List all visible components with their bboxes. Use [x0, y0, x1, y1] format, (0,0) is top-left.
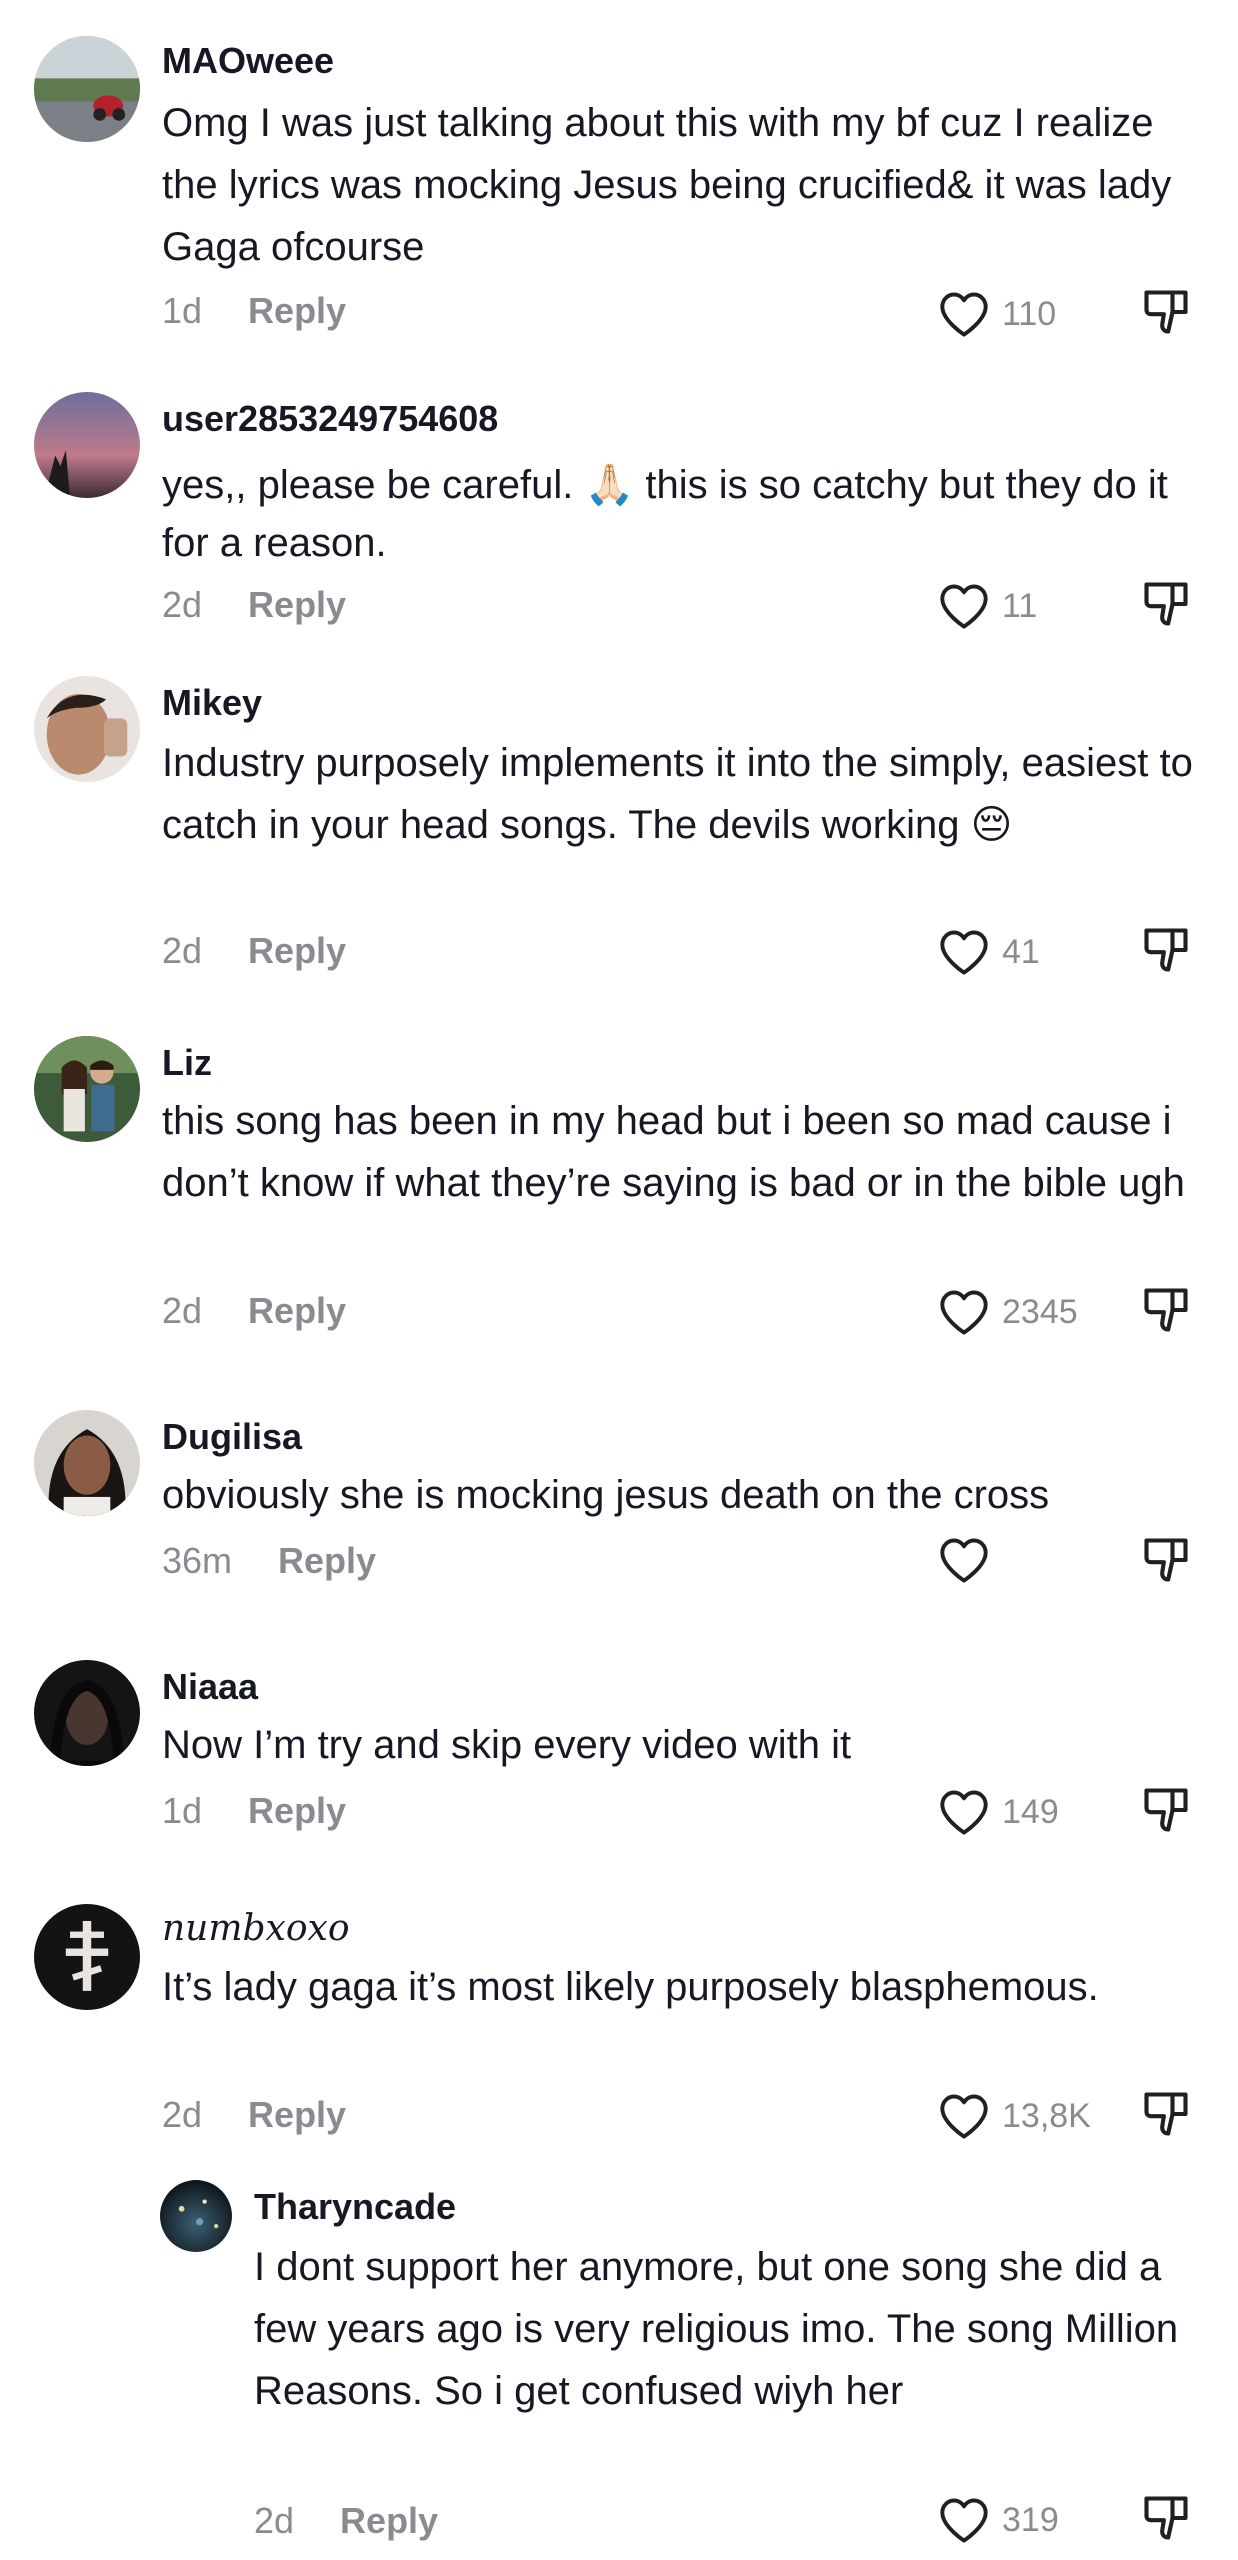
dislike-button[interactable] — [1140, 578, 1192, 630]
like-button[interactable]: 149 — [938, 1786, 1059, 1838]
thumbs-down-icon — [1144, 2092, 1188, 2136]
reply-time: 2d — [254, 2500, 295, 2541]
comment-username[interactable]: Liz — [162, 1042, 212, 1084]
like-button[interactable]: 11 — [938, 580, 1037, 632]
like-button[interactable]: 319 — [938, 2494, 1059, 2546]
like-button[interactable]: 41 — [938, 926, 1040, 978]
thumbs-down-icon — [1144, 1788, 1188, 1832]
comment-text: Now I’m try and skip every video with it — [162, 1723, 852, 1767]
comment-time: 1d — [162, 290, 203, 331]
reply-button[interactable]: Reply — [248, 930, 346, 972]
comment-username[interactable]: Dugilisa — [162, 1416, 302, 1458]
comment-text: It’s lady gaga it’s most likely purposel… — [162, 1965, 1099, 2009]
comment-text: Omg I was just talking about this with m… — [162, 101, 1172, 269]
heart-outline-icon — [940, 1538, 988, 1583]
heart-outline-icon — [940, 930, 988, 975]
avatar[interactable] — [34, 1036, 140, 1142]
reply-username[interactable]: Tharyncade — [254, 2186, 456, 2228]
comment-meta: 1d Reply — [162, 290, 346, 332]
comment-username[interactable]: Mikey — [162, 682, 262, 724]
like-count: 319 — [1002, 2500, 1059, 2539]
like-count: 13,8K — [1002, 2096, 1091, 2135]
dislike-button[interactable] — [1140, 286, 1192, 338]
dislike-button[interactable] — [1140, 2088, 1192, 2140]
reply-button[interactable]: Reply — [248, 1790, 346, 1832]
comment-meta: 2d Reply — [162, 930, 346, 972]
thumbs-down-icon — [1144, 582, 1188, 626]
like-button[interactable]: 2345 — [938, 1286, 1078, 1338]
comment-time: 2d — [162, 930, 203, 971]
reply-button[interactable]: Reply — [340, 2500, 438, 2542]
reply-meta: 2d Reply — [254, 2500, 438, 2542]
comment-text: yes,, please be careful. 🙏🏻 this is so c… — [162, 456, 1202, 572]
dislike-button[interactable] — [1140, 2492, 1192, 2544]
pensive-face-emoji: 😔 — [970, 802, 1013, 848]
heart-outline-icon — [940, 292, 988, 337]
thumbs-down-icon — [1144, 1538, 1188, 1582]
thumbs-down-icon — [1144, 290, 1188, 334]
folded-hands-emoji: 🙏🏻 — [584, 462, 635, 508]
comment-username[interactable]: Niaaa — [162, 1666, 258, 1708]
reply-button[interactable]: Reply — [248, 1290, 346, 1332]
comment-time: 36m — [162, 1540, 233, 1581]
like-count: 41 — [1002, 932, 1040, 971]
comment-time: 1d — [162, 1790, 203, 1831]
like-count: 11 — [1002, 586, 1038, 625]
heart-outline-icon — [940, 1290, 988, 1335]
thumbs-down-icon — [1144, 2496, 1188, 2540]
comment-username[interactable]: MAOweee — [162, 40, 334, 82]
comment-time: 2d — [162, 584, 203, 625]
comment-meta: 1d Reply — [162, 1790, 346, 1832]
comment-username[interactable]: user2853249754608 — [162, 398, 498, 440]
comment-text-part: yes,, please be careful. — [162, 463, 585, 507]
avatar[interactable] — [34, 1410, 140, 1516]
reply-button[interactable]: Reply — [248, 290, 346, 332]
reply-text: I dont support her anymore, but one song… — [254, 2245, 1179, 2413]
thumbs-down-icon — [1144, 928, 1188, 972]
like-button[interactable] — [938, 1534, 1002, 1586]
avatar[interactable] — [34, 36, 140, 142]
avatar[interactable] — [34, 1660, 140, 1766]
comment-text: Industry purposely implements it into th… — [162, 732, 1202, 856]
dislike-button[interactable] — [1140, 1284, 1192, 1336]
like-count: 149 — [1002, 1792, 1059, 1831]
comment-text-part: Industry purposely implements it into th… — [162, 741, 1193, 847]
heart-outline-icon — [940, 2498, 988, 2543]
heart-outline-icon — [940, 584, 988, 629]
thumbs-down-icon — [1144, 1288, 1188, 1332]
dislike-button[interactable] — [1140, 1534, 1192, 1586]
reply-button[interactable]: Reply — [248, 2094, 346, 2136]
reply-button[interactable]: Reply — [248, 584, 346, 626]
dislike-button[interactable] — [1140, 1784, 1192, 1836]
comment-meta: 2d Reply — [162, 2094, 346, 2136]
comment-meta: 2d Reply — [162, 1290, 346, 1332]
comment-time: 2d — [162, 2094, 203, 2135]
reply-button[interactable]: Reply — [278, 1540, 376, 1582]
comment-text: this song has been in my head but i been… — [162, 1099, 1185, 1205]
like-button[interactable]: 13,8K — [938, 2090, 1091, 2142]
avatar[interactable] — [34, 392, 140, 498]
comment-username[interactable]: numbxoxo — [162, 1908, 350, 1949]
dislike-button[interactable] — [1140, 924, 1192, 976]
avatar[interactable] — [34, 676, 140, 782]
avatar[interactable] — [34, 1904, 140, 2010]
heart-outline-icon — [940, 2094, 988, 2139]
comment-meta: 36m Reply — [162, 1540, 376, 1582]
comment-meta: 2d Reply — [162, 584, 346, 626]
like-button[interactable]: 110 — [938, 288, 1056, 340]
avatar[interactable] — [160, 2180, 232, 2252]
like-count: 110 — [1002, 294, 1057, 333]
comment-time: 2d — [162, 1290, 203, 1331]
comment-text: obviously she is mocking jesus death on … — [162, 1473, 1050, 1517]
like-count: 2345 — [1002, 1292, 1078, 1331]
heart-outline-icon — [940, 1790, 988, 1835]
